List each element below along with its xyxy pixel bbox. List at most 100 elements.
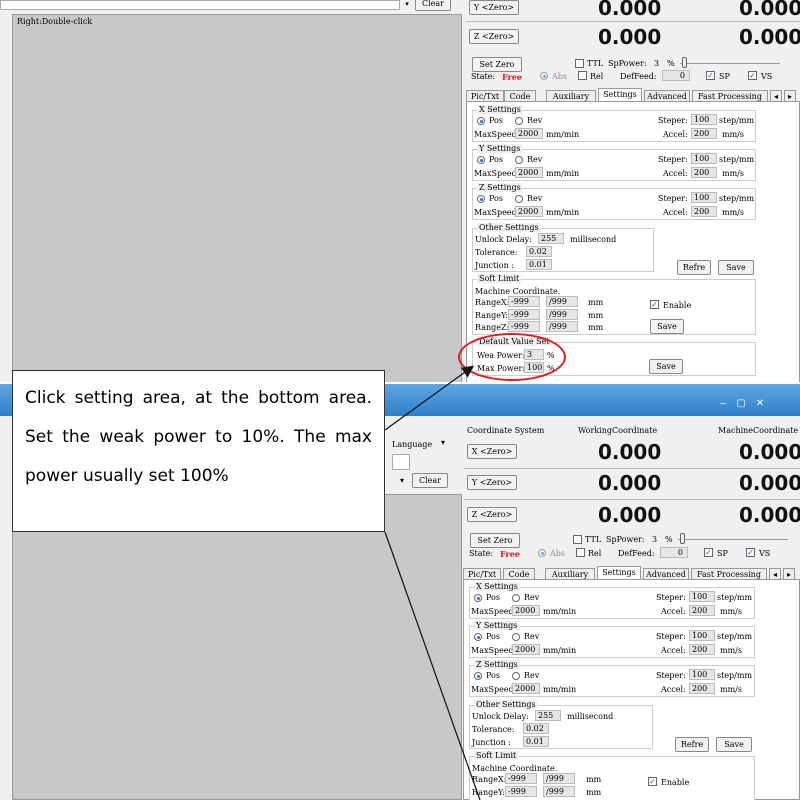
bottom-x-maxspeed-input[interactable]: 2000 bbox=[512, 605, 540, 616]
top-y-maxspeed-input[interactable]: 2000 bbox=[515, 167, 543, 178]
bottom-deffeed-input[interactable]: 0 bbox=[660, 547, 688, 558]
bottom-x-zero-button[interactable]: X <Zero> bbox=[467, 444, 517, 459]
bottom-y-maxspeed-input[interactable]: 2000 bbox=[512, 644, 540, 655]
bottom-tab-settings[interactable]: Settings bbox=[597, 566, 641, 580]
top-z-rev-radio[interactable] bbox=[515, 195, 523, 203]
bottom-y-settings-title: Y Settings bbox=[474, 621, 520, 630]
top-rangez-min[interactable]: -999 bbox=[508, 321, 540, 332]
bottom-z-maxspeed-input[interactable]: 2000 bbox=[512, 683, 540, 694]
bottom-language-arrow[interactable]: ▾ bbox=[441, 438, 445, 447]
bottom-clear-button[interactable]: Clear bbox=[412, 473, 448, 488]
bottom-z-accel-input[interactable]: 200 bbox=[689, 683, 715, 694]
bottom-y-pos-label: Pos bbox=[486, 632, 500, 641]
top-rangez-max[interactable]: /999 bbox=[546, 321, 578, 332]
bottom-slider-thumb[interactable] bbox=[680, 533, 685, 544]
bottom-tolerance-input[interactable]: 0.02 bbox=[523, 723, 549, 734]
top-x-steper-input[interactable]: 100 bbox=[691, 114, 717, 125]
bottom-x-pos-radio[interactable] bbox=[474, 594, 482, 602]
top-save-default-button[interactable]: Save bbox=[649, 359, 683, 374]
top-y-zero-button[interactable]: Y <Zero> bbox=[469, 0, 519, 15]
top-rangex-min[interactable]: -999 bbox=[508, 296, 540, 307]
top-rangey-min[interactable]: -999 bbox=[508, 309, 540, 320]
bottom-input-box[interactable] bbox=[392, 454, 410, 470]
bottom-y-zero-button[interactable]: Y <Zero> bbox=[467, 475, 517, 490]
top-rangey-max[interactable]: /999 bbox=[546, 309, 578, 320]
top-z-maxspeed-input[interactable]: 2000 bbox=[515, 206, 543, 217]
top-z-pos-radio[interactable] bbox=[477, 195, 485, 203]
top-sppower-slider[interactable] bbox=[680, 63, 780, 64]
top-dropdown-arrow[interactable]: ▾ bbox=[401, 0, 413, 10]
bottom-sp-checkbox[interactable]: ✓ bbox=[704, 548, 713, 557]
bottom-rangex-min[interactable]: -999 bbox=[505, 773, 537, 784]
top-y-working: 0.000 bbox=[598, 0, 662, 20]
bottom-rangey-min[interactable]: -999 bbox=[505, 786, 537, 797]
bottom-soft-limit-title: Soft Limit bbox=[474, 751, 519, 760]
top-y-speed-unit: mm/min bbox=[546, 169, 580, 178]
bottom-z-steper-label: Steper: bbox=[656, 671, 686, 680]
top-input-bar[interactable] bbox=[0, 0, 400, 10]
top-deffeed-input[interactable]: 0 bbox=[662, 70, 690, 81]
top-tolerance-input[interactable]: 0.02 bbox=[526, 246, 552, 257]
top-clear-button[interactable]: Clear bbox=[415, 0, 451, 11]
top-y-rev-radio[interactable] bbox=[515, 156, 523, 164]
top-y-steper-input[interactable]: 100 bbox=[691, 153, 717, 164]
top-abs-radio[interactable] bbox=[540, 72, 548, 80]
bottom-junction-input[interactable]: 0.01 bbox=[523, 736, 549, 747]
bottom-y-pos-radio[interactable] bbox=[474, 633, 482, 641]
bottom-rangey-label: RangeY: bbox=[472, 788, 505, 797]
top-z-working: 0.000 bbox=[598, 25, 662, 49]
bottom-rangey-max[interactable]: /999 bbox=[543, 786, 575, 797]
bottom-x-accel-input[interactable]: 200 bbox=[689, 605, 715, 616]
bottom-unlock-delay-input[interactable]: 255 bbox=[535, 710, 561, 721]
bottom-rangex-max[interactable]: /999 bbox=[543, 773, 575, 784]
bottom-y-steper-input[interactable]: 100 bbox=[689, 630, 715, 641]
top-set-zero-button[interactable]: Set Zero bbox=[472, 57, 522, 72]
bottom-z-zero-button[interactable]: Z <Zero> bbox=[467, 507, 517, 522]
top-x-settings-title: X Settings bbox=[477, 105, 523, 114]
top-sp-checkbox[interactable]: ✓ bbox=[706, 71, 715, 80]
bottom-sppower-slider[interactable] bbox=[678, 539, 788, 540]
top-rangex-label: RangeX: bbox=[475, 298, 510, 307]
bottom-z-steper-input[interactable]: 100 bbox=[689, 669, 715, 680]
bottom-y-rev-radio[interactable] bbox=[512, 633, 520, 641]
top-save-limit-button[interactable]: Save bbox=[650, 319, 684, 334]
bottom-rel-checkbox[interactable] bbox=[576, 548, 585, 557]
top-x-maxspeed-input[interactable]: 2000 bbox=[515, 128, 543, 139]
top-x-accel-input[interactable]: 200 bbox=[691, 128, 717, 139]
bottom-enable-checkbox[interactable]: ✓ bbox=[648, 777, 657, 786]
bottom-abs-radio[interactable] bbox=[538, 549, 546, 557]
top-slider-thumb[interactable] bbox=[682, 57, 687, 68]
top-rangex-max[interactable]: /999 bbox=[546, 296, 578, 307]
bottom-z-rev-radio[interactable] bbox=[512, 672, 520, 680]
bottom-state-value: Free bbox=[500, 549, 520, 559]
bottom-set-zero-button[interactable]: Set Zero bbox=[470, 533, 520, 548]
bottom-machine-coord-label: Machine Coordinate. bbox=[472, 764, 558, 773]
top-z-steper-input[interactable]: 100 bbox=[691, 192, 717, 203]
top-ttl-checkbox[interactable] bbox=[575, 59, 584, 68]
top-x-pos-radio[interactable] bbox=[477, 117, 485, 125]
bottom-z-pos-radio[interactable] bbox=[474, 672, 482, 680]
top-tab-settings[interactable]: Settings bbox=[598, 88, 642, 102]
top-canvas-area[interactable] bbox=[12, 14, 462, 383]
top-y-pos-radio[interactable] bbox=[477, 156, 485, 164]
top-refresh-button[interactable]: Refre bbox=[677, 260, 711, 275]
bottom-x-rev-radio[interactable] bbox=[512, 594, 520, 602]
bottom-dropdown-arrow[interactable]: ▾ bbox=[400, 476, 404, 485]
bottom-canvas-area[interactable] bbox=[12, 494, 462, 800]
top-z-zero-button[interactable]: Z <Zero> bbox=[469, 29, 519, 44]
bottom-refresh-button[interactable]: Refre bbox=[675, 737, 709, 752]
top-z-accel-input[interactable]: 200 bbox=[691, 206, 717, 217]
bottom-y-accel-input[interactable]: 200 bbox=[689, 644, 715, 655]
top-x-rev-radio[interactable] bbox=[515, 117, 523, 125]
bottom-ttl-checkbox[interactable] bbox=[573, 535, 582, 544]
top-junction-input[interactable]: 0.01 bbox=[526, 259, 552, 270]
top-enable-checkbox[interactable]: ✓ bbox=[650, 300, 659, 309]
top-unlock-delay-input[interactable]: 255 bbox=[538, 233, 564, 244]
top-rel-checkbox[interactable] bbox=[578, 71, 587, 80]
bottom-vs-checkbox[interactable]: ✓ bbox=[746, 548, 755, 557]
top-save-other-button[interactable]: Save bbox=[718, 260, 754, 275]
top-y-accel-input[interactable]: 200 bbox=[691, 167, 717, 178]
bottom-save-other-button[interactable]: Save bbox=[716, 737, 752, 752]
bottom-x-steper-input[interactable]: 100 bbox=[689, 591, 715, 602]
top-vs-checkbox[interactable]: ✓ bbox=[748, 71, 757, 80]
